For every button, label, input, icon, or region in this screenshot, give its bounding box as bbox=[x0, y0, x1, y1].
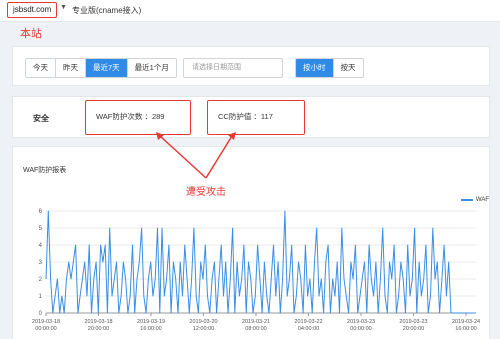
arrow-head-right bbox=[228, 132, 236, 140]
x-tick-label: 04:00:00 bbox=[298, 326, 319, 332]
x-tick-label: 20:00:00 bbox=[403, 326, 424, 332]
arrow-line-right bbox=[205, 135, 233, 179]
x-tick-label: 00:00:00 bbox=[350, 326, 371, 332]
y-tick-label: 4 bbox=[39, 243, 43, 249]
x-tick-label: 2019-03-18 bbox=[32, 319, 60, 325]
x-tick-label: 08:00:00 bbox=[245, 326, 266, 332]
waf-chart: 01234562019-03-1800:00:002019-03-1820:00… bbox=[32, 132, 480, 332]
attack-annotation: 遭受攻击 bbox=[186, 187, 226, 198]
attack-arrows bbox=[156, 132, 236, 179]
y-tick-label: 3 bbox=[39, 260, 43, 266]
x-tick-label: 2019-03-20 bbox=[189, 319, 217, 325]
x-tick-label: 2019-03-24 bbox=[452, 319, 480, 325]
x-tick-label: 2019-03-23 bbox=[347, 319, 375, 325]
x-tick-label: 2019-03-19 bbox=[137, 319, 165, 325]
x-tick-label: 2019-03-18 bbox=[84, 319, 112, 325]
y-tick-label: 0 bbox=[39, 311, 43, 317]
y-tick-label: 1 bbox=[39, 294, 43, 300]
x-tick-label: 16:00:00 bbox=[455, 326, 476, 332]
arrow-line-left bbox=[159, 135, 207, 179]
x-tick-label: 16:00:00 bbox=[140, 326, 161, 332]
x-tick-label: 12:00:00 bbox=[193, 326, 214, 332]
x-tick-label: 2019-03-22 bbox=[294, 319, 322, 325]
x-tick-label: 00:00:00 bbox=[35, 326, 56, 332]
y-tick-label: 5 bbox=[39, 226, 43, 232]
x-tick-label: 2019-03-23 bbox=[399, 319, 427, 325]
y-tick-label: 2 bbox=[39, 277, 43, 283]
y-tick-label: 6 bbox=[39, 209, 43, 215]
x-tick-label: 20:00:00 bbox=[88, 326, 109, 332]
x-tick-label: 2019-03-21 bbox=[242, 319, 270, 325]
